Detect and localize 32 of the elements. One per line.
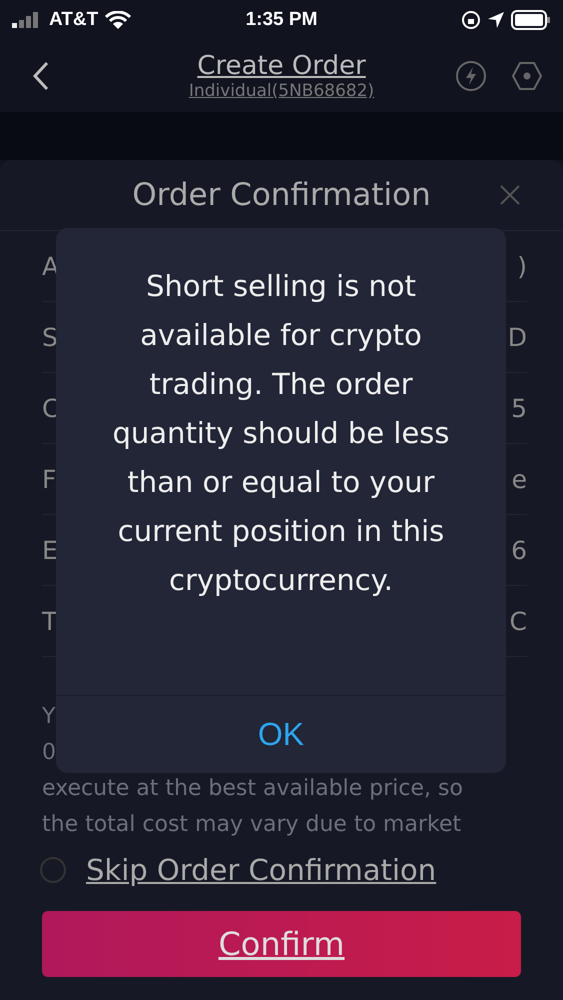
note-text: 0 <box>42 739 56 767</box>
confirm-button[interactable]: Confirm <box>42 911 521 977</box>
note-text: execute at the best available price, so <box>42 775 463 803</box>
location-arrow-icon <box>488 12 504 28</box>
wifi-icon <box>105 11 132 29</box>
alert-message: Short selling is not available for crypto trading. The order quantity should be less than or equal to your current position in this cryptocurrency. <box>112 268 450 599</box>
skip-confirmation-link[interactable]: Skip Order Confirmation <box>86 853 436 887</box>
row-label: F <box>42 464 56 494</box>
row-value: 5 <box>511 394 527 422</box>
note-text: the total cost may vary due to market <box>42 811 462 839</box>
radio-button[interactable] <box>40 857 66 883</box>
row-label: T <box>42 606 58 636</box>
rotation-lock-icon <box>461 10 481 30</box>
row-value: ) <box>517 252 527 280</box>
clock-time: 1:35 PM <box>246 9 318 31</box>
lightning-icon[interactable] <box>455 60 487 92</box>
row-value: C <box>510 606 527 636</box>
note-text: Y <box>42 703 56 731</box>
page-title: Create Order <box>197 51 366 81</box>
settings-icon[interactable] <box>511 60 543 92</box>
account-link[interactable]: Individual(5NB68682) <box>188 81 374 101</box>
sheet-title: Order Confirmation <box>132 177 431 213</box>
row-label: E <box>42 536 58 564</box>
carrier-name: AT&T <box>49 9 98 31</box>
ok-button[interactable]: OK <box>56 695 506 773</box>
battery-icon <box>511 10 551 30</box>
row-label: S <box>42 322 58 352</box>
back-icon[interactable] <box>32 61 50 91</box>
row-value: D <box>508 322 527 352</box>
close-icon[interactable] <box>499 184 521 206</box>
row-value: e <box>512 464 527 494</box>
row-value: 6 <box>511 536 527 564</box>
